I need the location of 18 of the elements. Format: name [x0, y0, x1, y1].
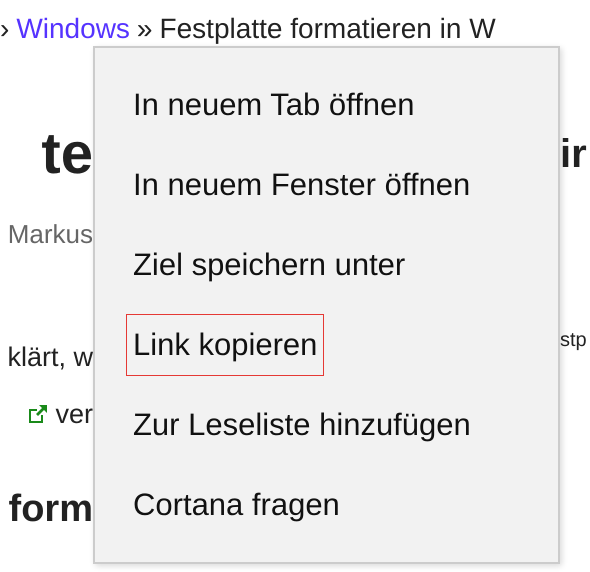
paragraph-text: klärt, w	[7, 341, 93, 374]
paragraph-text: stp	[560, 328, 587, 353]
author-name: Markus	[8, 218, 93, 251]
menu-item[interactable]: In neuem Tab öffnen	[126, 74, 422, 136]
breadcrumb-separator: »	[136, 15, 152, 43]
menu-item[interactable]: In neuem Fenster öffnen	[126, 154, 478, 216]
article-title: ir	[560, 131, 587, 178]
section-heading: form	[8, 487, 93, 532]
menu-item[interactable]: Zur Leseliste hinzufügen	[126, 394, 478, 456]
breadcrumb-separator: ›	[0, 15, 10, 43]
paragraph-text: ver	[55, 398, 93, 431]
external-link-icon[interactable]	[27, 403, 50, 425]
menu-item[interactable]: Ziel speichern unter	[126, 234, 412, 296]
article-title: te	[41, 120, 93, 188]
menu-item[interactable]: Cortana fragen	[126, 474, 347, 536]
menu-item[interactable]: Link kopieren	[126, 314, 324, 376]
breadcrumb-link[interactable]: Windows	[16, 15, 130, 43]
breadcrumb-current: Festplatte formatieren in W	[160, 15, 496, 43]
